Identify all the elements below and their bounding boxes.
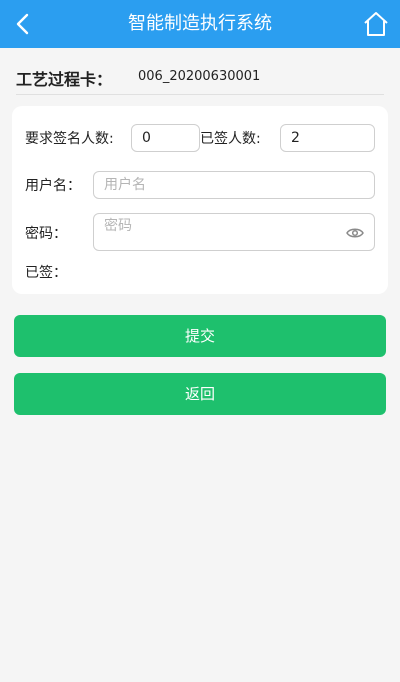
app-header: 智能制造执行系统 <box>0 0 400 48</box>
back-button[interactable]: 返回 <box>14 373 386 415</box>
username-input[interactable] <box>93 171 375 199</box>
home-icon[interactable] <box>362 10 390 38</box>
password-input[interactable] <box>94 214 354 238</box>
password-label: 密码： <box>25 226 67 242</box>
page-title: 智能制造执行系统 <box>128 13 272 34</box>
signed-label: 已签： <box>25 265 67 281</box>
signature-form: 要求签名人数: 已签人数: 用户名： 密码： 已签： <box>12 106 388 294</box>
eye-icon[interactable] <box>346 224 364 242</box>
signed-count-label: 已签人数: <box>200 131 261 147</box>
required-signers-field[interactable] <box>131 124 200 152</box>
submit-button[interactable]: 提交 <box>14 315 386 357</box>
password-field <box>93 213 375 251</box>
username-label: 用户名： <box>25 178 81 194</box>
required-signers-label: 要求签名人数: <box>25 131 114 147</box>
process-card-value: 006_20200630001 <box>138 69 261 84</box>
signed-count-field[interactable] <box>280 124 375 152</box>
process-card-row: 工艺过程卡： 006_20200630001 <box>16 60 384 95</box>
process-card-label: 工艺过程卡： <box>16 70 113 89</box>
